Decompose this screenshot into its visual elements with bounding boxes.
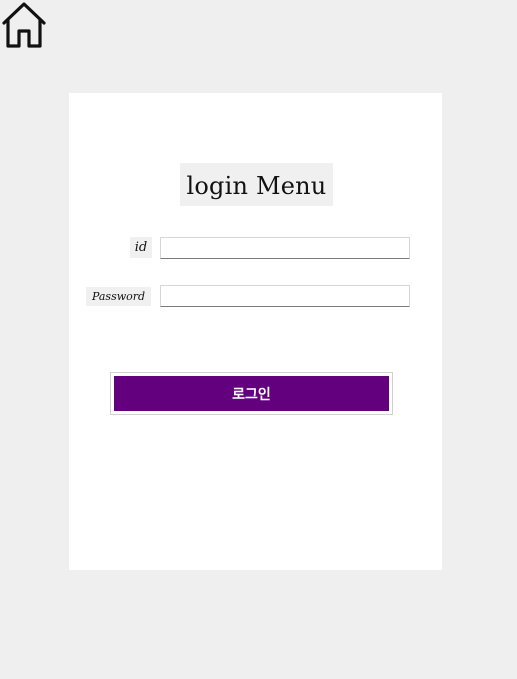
password-field[interactable] — [160, 285, 410, 307]
home-button[interactable] — [0, 0, 48, 48]
id-field[interactable] — [160, 237, 410, 259]
login-card: login Menu id Password 로그인 — [69, 93, 442, 570]
login-button-frame: 로그인 — [110, 372, 393, 415]
page-title: login Menu — [180, 163, 333, 206]
login-button[interactable]: 로그인 — [114, 376, 389, 411]
home-icon — [2, 2, 46, 48]
password-label: Password — [86, 287, 151, 306]
id-label: id — [130, 237, 152, 258]
